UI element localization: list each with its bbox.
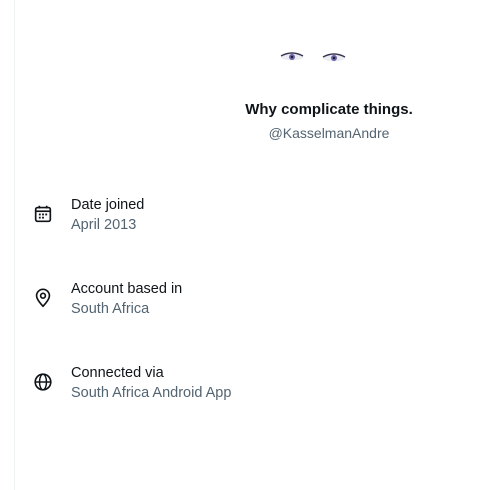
- connected-via-row: Connected via South Africa Android App: [30, 363, 470, 407]
- date-joined-label: Date joined: [71, 197, 145, 213]
- location-pin-icon: [35, 288, 51, 308]
- profile-display-name: Why complicate things.: [245, 101, 413, 118]
- column-divider: [14, 0, 15, 490]
- date-joined-row: Date joined April 2013: [30, 195, 470, 239]
- account-location-value: South Africa: [71, 301, 150, 317]
- connected-via-value: South Africa Android App: [71, 385, 232, 401]
- date-joined-value: April 2013: [71, 217, 137, 233]
- connected-via-label: Connected via: [71, 365, 164, 381]
- account-location-row: Account based in South Africa: [30, 279, 470, 323]
- profile-handle[interactable]: @KasselmanAndre: [15, 124, 483, 142]
- calendar-icon: [34, 205, 52, 223]
- account-location-label: Account based in: [71, 281, 183, 297]
- globe-icon: [34, 373, 52, 391]
- profile-banner-image: [280, 52, 346, 62]
